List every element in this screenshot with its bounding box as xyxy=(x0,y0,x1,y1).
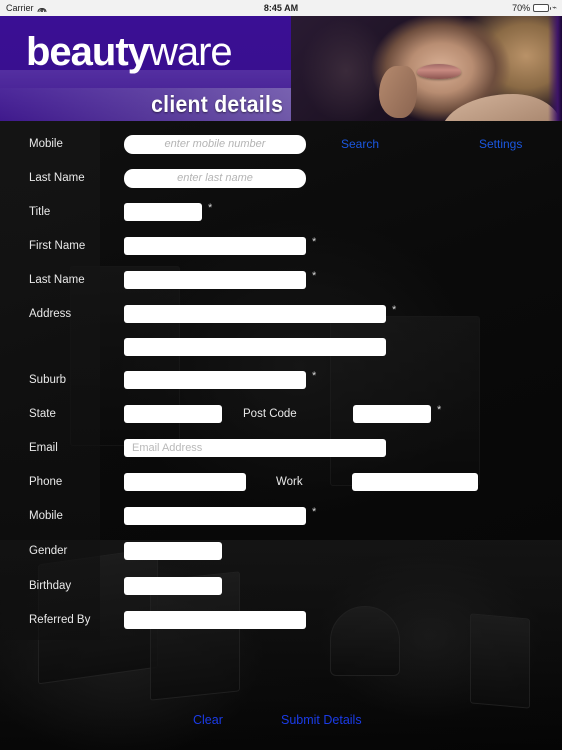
row-search-mobile: Mobile Search Settings xyxy=(0,131,562,157)
search-mobile-input[interactable] xyxy=(124,134,306,154)
mobile-input[interactable] xyxy=(124,507,306,525)
page-title: client details xyxy=(151,91,284,117)
page-subtitle-band: client details xyxy=(0,88,291,121)
suburb-input[interactable] xyxy=(124,371,306,389)
suburb-label: Suburb xyxy=(29,374,67,386)
first-name-label: First Name xyxy=(29,240,86,252)
row-title: Title * xyxy=(0,199,562,225)
post-code-input[interactable] xyxy=(353,405,431,423)
search-last-name-label: Last Name xyxy=(29,172,85,184)
row-address-line-2 xyxy=(0,334,562,360)
last-name-label: Last Name xyxy=(29,274,85,286)
gender-input[interactable] xyxy=(124,542,222,560)
last-name-input[interactable] xyxy=(124,271,306,289)
row-state-post-code: State Post Code * xyxy=(0,401,562,427)
title-label: Title xyxy=(29,206,51,218)
header-model-photo xyxy=(291,16,562,121)
settings-button[interactable]: Settings xyxy=(479,137,522,151)
submit-details-button[interactable]: Submit Details xyxy=(281,713,362,727)
search-button[interactable]: Search xyxy=(341,137,379,151)
status-bar-time: 8:45 AM xyxy=(263,3,299,13)
referred-by-input[interactable] xyxy=(124,611,306,629)
status-bar: Carrier 8:45 AM 70% ⌁ xyxy=(0,0,562,16)
row-email: Email xyxy=(0,435,562,461)
row-last-name: Last Name * xyxy=(0,267,562,293)
row-form-actions: Clear Submit Details xyxy=(0,708,562,734)
battery-icon xyxy=(533,4,552,12)
address-required-marker: * xyxy=(392,304,397,316)
search-mobile-label: Mobile xyxy=(29,138,63,150)
state-input[interactable] xyxy=(124,405,222,423)
row-referred-by: Referred By xyxy=(0,607,562,633)
phone-input[interactable] xyxy=(124,473,246,491)
post-code-required-marker: * xyxy=(437,404,442,416)
title-input[interactable] xyxy=(124,203,202,221)
logo-light-text: ware xyxy=(148,30,233,74)
first-name-input[interactable] xyxy=(124,237,306,255)
row-first-name: First Name * xyxy=(0,233,562,259)
gender-label: Gender xyxy=(29,545,68,557)
birthday-label: Birthday xyxy=(29,580,72,592)
phone-label: Phone xyxy=(29,476,63,488)
app-logo: beautyware xyxy=(26,30,233,74)
address-line-1-input[interactable] xyxy=(124,305,386,323)
row-address-line-1: Address * xyxy=(0,301,562,327)
app-header: beautyware client details xyxy=(0,16,562,121)
row-suburb: Suburb * xyxy=(0,367,562,393)
client-details-form: Mobile Search Settings Last Name Title *… xyxy=(0,121,562,750)
work-phone-label: Work xyxy=(276,476,303,488)
header-brand-block: beautyware client details xyxy=(0,16,291,121)
row-gender: Gender xyxy=(0,538,562,564)
address-label: Address xyxy=(29,308,72,320)
post-code-label: Post Code xyxy=(243,408,297,420)
row-birthday: Birthday xyxy=(0,573,562,599)
email-input[interactable] xyxy=(124,439,386,457)
title-required-marker: * xyxy=(208,202,213,214)
row-mobile: Mobile * xyxy=(0,503,562,529)
work-phone-input[interactable] xyxy=(352,473,478,491)
email-label: Email xyxy=(29,442,58,454)
clear-button[interactable]: Clear xyxy=(193,713,223,727)
state-label: State xyxy=(29,408,56,420)
referred-by-label: Referred By xyxy=(29,614,91,626)
row-phone-work: Phone Work xyxy=(0,469,562,495)
suburb-required-marker: * xyxy=(312,370,317,382)
last-name-required-marker: * xyxy=(312,270,317,282)
mobile-required-marker: * xyxy=(312,506,317,518)
birthday-input[interactable] xyxy=(124,577,222,595)
address-line-2-input[interactable] xyxy=(124,338,386,356)
search-last-name-input[interactable] xyxy=(124,168,306,188)
logo-bold-text: beauty xyxy=(26,30,150,74)
row-search-last-name: Last Name xyxy=(0,165,562,191)
mobile-label: Mobile xyxy=(29,510,63,522)
first-name-required-marker: * xyxy=(312,236,317,248)
